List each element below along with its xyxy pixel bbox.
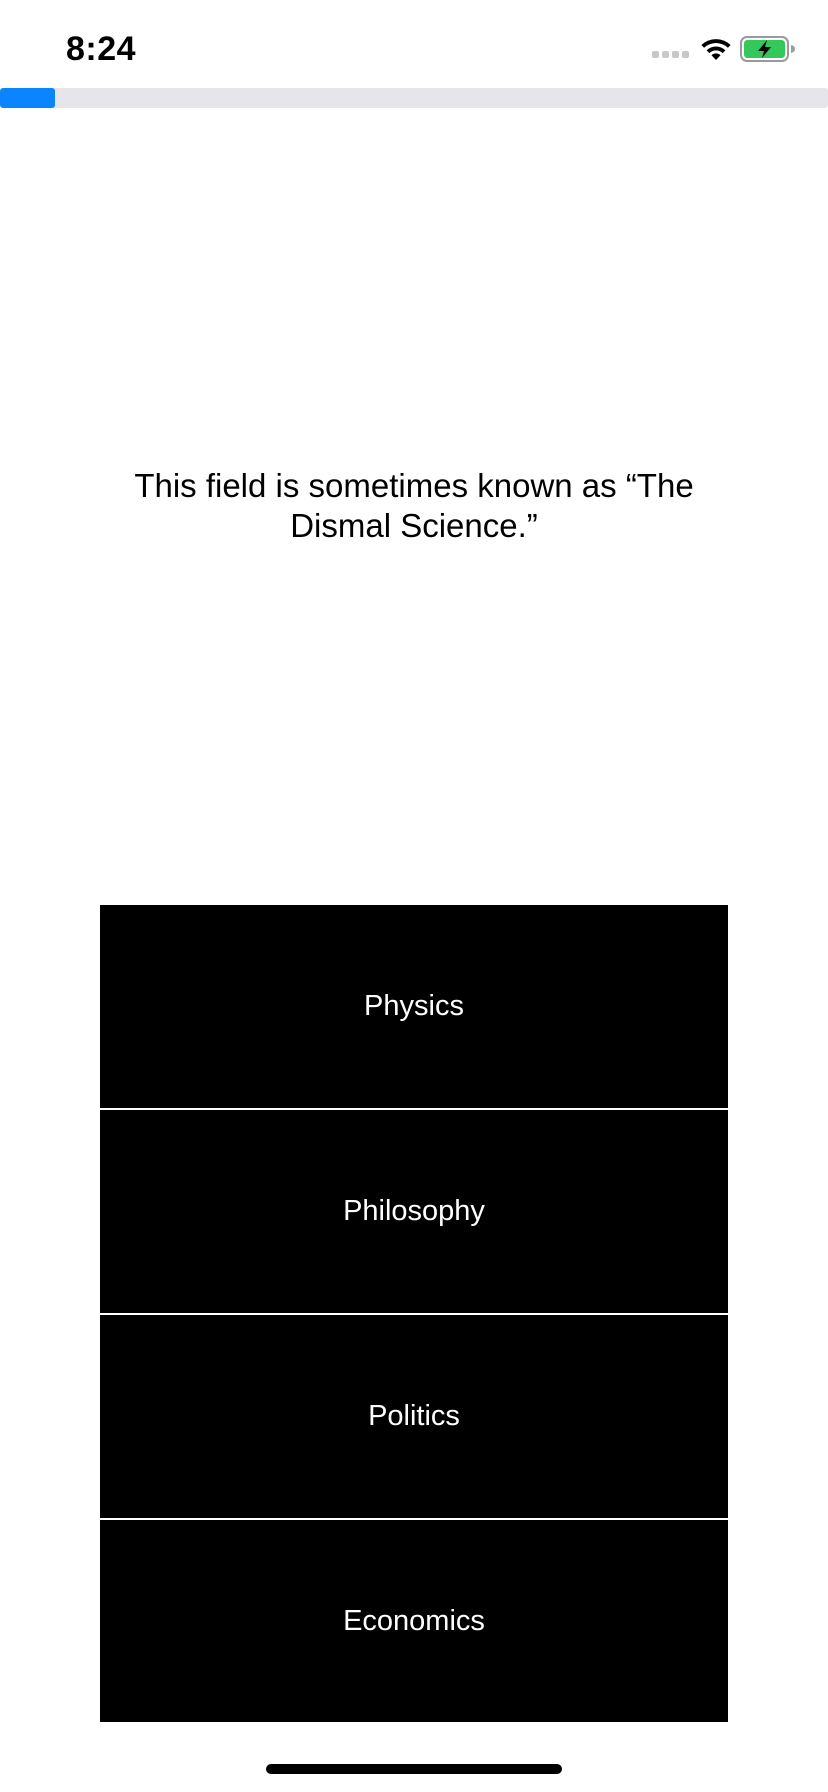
battery-charging-icon xyxy=(740,36,795,62)
answer-button-philosophy[interactable]: Philosophy xyxy=(100,1110,728,1315)
status-bar: 8:24 xyxy=(0,0,828,88)
answer-button-politics[interactable]: Politics xyxy=(100,1315,728,1520)
question-text: This field is sometimes known as “The Di… xyxy=(134,467,694,544)
quiz-progress-bar xyxy=(0,88,828,108)
quiz-progress-fill xyxy=(0,88,56,108)
answer-button-physics[interactable]: Physics xyxy=(100,905,728,1110)
home-indicator[interactable] xyxy=(266,1764,562,1774)
answer-button-economics[interactable]: Economics xyxy=(100,1520,728,1722)
signal-dots-icon xyxy=(652,51,689,58)
status-time: 8:24 xyxy=(66,30,137,68)
answer-list: Physics Philosophy Politics Economics xyxy=(100,905,728,1722)
wifi-icon xyxy=(701,39,731,60)
